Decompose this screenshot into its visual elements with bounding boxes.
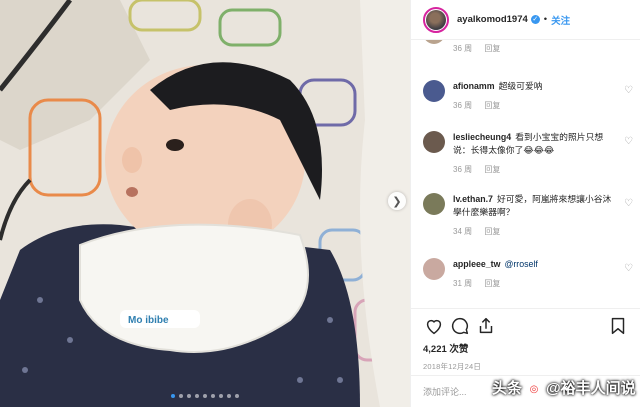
watermark-logo-icon: ◎ — [526, 382, 543, 398]
comment-text: 超级可爱呐 — [498, 81, 543, 91]
carousel-dot — [203, 394, 207, 398]
post-photo[interactable]: Mo ibibe ❯ — [0, 0, 410, 407]
reply-button[interactable]: 回复 — [484, 165, 500, 174]
reply-button[interactable]: 回复 — [484, 227, 500, 236]
carousel-dot — [187, 394, 191, 398]
watermark-prefix: 头条 — [492, 380, 523, 397]
comment-like-heart-icon[interactable]: ♡ — [624, 84, 633, 97]
post-side-panel: ayalkomod1974 ✓ • 关注 36 周 回复 ♡ afionamm超… — [410, 0, 640, 407]
comment-meta: 31 周 回复 — [453, 277, 617, 290]
reply-button[interactable]: 回复 — [484, 101, 500, 110]
comment-like-heart-icon[interactable]: ♡ — [624, 40, 633, 43]
baby-photo-image: Mo ibibe — [0, 0, 410, 407]
comment-meta: 36 周 回复 — [453, 99, 617, 112]
comment-like-heart-icon[interactable]: ♡ — [624, 135, 633, 148]
watermark-author: @裕丰人间说 — [546, 380, 636, 397]
carousel-dot — [195, 394, 199, 398]
list-item: 36 周 回复 ♡ — [423, 40, 633, 55]
carousel-dot — [219, 394, 223, 398]
heart-icon[interactable] — [423, 315, 445, 337]
post-actions: 4,221 次赞 2018年12月24日 — [411, 308, 640, 372]
commenter-avatar[interactable] — [423, 40, 445, 44]
carousel-dot — [227, 394, 231, 398]
verified-badge-icon: ✓ — [530, 15, 540, 24]
carousel-dot — [235, 394, 239, 398]
comment-time: 34 周 — [453, 227, 473, 236]
comments-list[interactable]: 36 周 回复 ♡ afionamm超级可爱呐 36 周 回复 ♡ leslie… — [411, 40, 640, 308]
commenter-avatar[interactable] — [423, 258, 445, 280]
comment-meta: 34 周 回复 — [453, 225, 617, 238]
comment-like-heart-icon[interactable]: ♡ — [624, 262, 633, 275]
post-header: ayalkomod1974 ✓ • 关注 — [411, 0, 640, 40]
commenter-avatar[interactable] — [423, 80, 445, 102]
comment-mention-link[interactable]: @rroself — [504, 259, 537, 269]
share-icon[interactable] — [475, 315, 497, 337]
commenter-avatar[interactable] — [423, 193, 445, 215]
commenter-username[interactable]: appleee_tw — [453, 259, 500, 269]
post-date[interactable]: 2018年12月24日 — [423, 361, 629, 372]
carousel-dot — [211, 394, 215, 398]
list-item: lv.ethan.7 好可愛，阿嵐將來想讓小谷沐學什麼樂器啊？ 34 周 回复 ♡ — [423, 193, 633, 238]
carousel-dot — [171, 394, 175, 398]
carousel-next-button[interactable]: ❯ — [388, 192, 406, 210]
chevron-right-icon: ❯ — [392, 195, 402, 208]
commenter-username[interactable]: lv.ethan.7 — [453, 194, 493, 204]
action-icons-row — [423, 315, 629, 337]
commenter-avatar[interactable] — [423, 131, 445, 153]
header-separator: • — [543, 14, 548, 25]
comment-time: 36 周 — [453, 44, 473, 53]
comment-time: 36 周 — [453, 101, 473, 110]
list-item: afionamm 超级可爱呐 36 周 回复 ♡ — [423, 80, 633, 112]
comment-meta: 36 周 回复 — [453, 42, 617, 55]
reply-button[interactable]: 回复 — [484, 44, 500, 53]
comment-meta: 36 周 回复 — [453, 163, 617, 176]
author-avatar[interactable] — [423, 6, 449, 33]
comment-time: 31 周 — [453, 279, 473, 288]
comment-like-heart-icon[interactable]: ♡ — [624, 197, 633, 210]
list-item: lesliecheung4 看到小宝宝的照片只想说：长得太像你了😂😂😂 36 周 … — [423, 131, 633, 176]
commenter-username[interactable]: lesliecheung4 — [453, 132, 511, 142]
comment-icon[interactable] — [449, 315, 471, 337]
likes-count[interactable]: 4,221 次赞 — [423, 341, 629, 355]
carousel-dot — [179, 394, 183, 398]
svg-text:Mo ibibe: Mo ibibe — [128, 315, 169, 326]
reply-button[interactable]: 回复 — [484, 279, 500, 288]
watermark: 头条 ◎ @裕丰人间说 — [492, 377, 636, 398]
bookmark-icon[interactable] — [607, 315, 629, 337]
carousel-indicator — [0, 394, 410, 398]
list-item: appleee_tw @rroself 31 周 回复 ♡ — [423, 258, 633, 290]
commenter-username[interactable]: afionamm — [453, 81, 495, 91]
follow-button[interactable]: 关注 — [551, 13, 570, 27]
comment-time: 36 周 — [453, 165, 473, 174]
author-username[interactable]: ayalkomod1974 — [457, 14, 528, 25]
